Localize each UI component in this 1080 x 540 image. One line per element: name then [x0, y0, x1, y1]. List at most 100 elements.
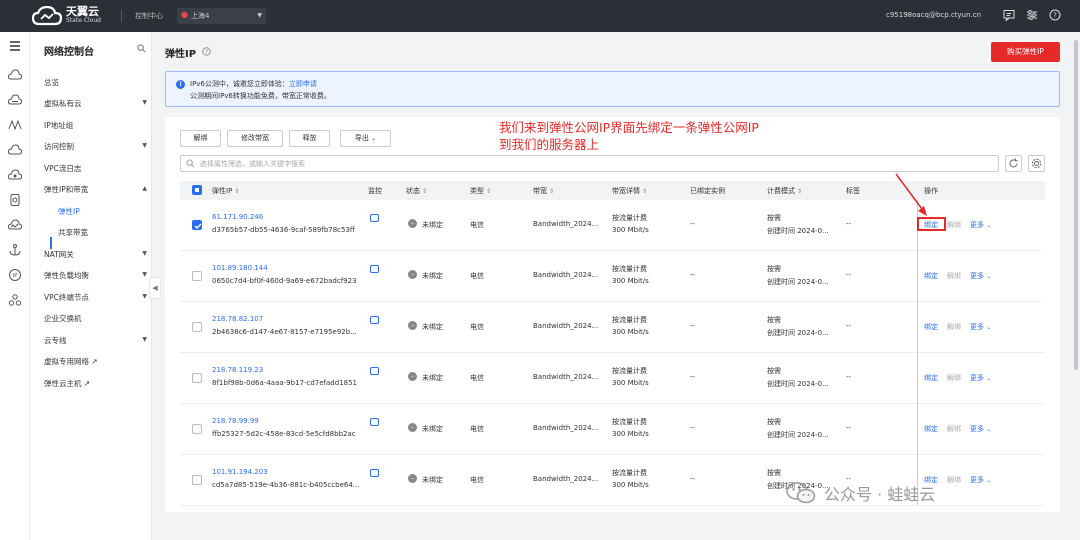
buy-eip-button[interactable]: 购买弹性IP	[991, 42, 1060, 62]
tag-text: --	[846, 220, 852, 228]
monitor-icon[interactable]	[370, 316, 379, 324]
eip-address-link[interactable]: 101.89.180.144	[212, 264, 268, 272]
monitor-icon[interactable]	[370, 265, 379, 273]
scrollbar-thumb[interactable]	[1074, 40, 1078, 370]
cluster-icon[interactable]	[8, 293, 22, 307]
table-row[interactable]: 101.89.180.144 0650c7d4-bf0f-460d-9a69-e6…	[180, 251, 1045, 302]
row-checkbox[interactable]	[192, 322, 202, 332]
col-bandwidth[interactable]: 带宽 ⇕	[533, 186, 554, 196]
more-actions-dropdown[interactable]: 更多 ⌄	[970, 424, 991, 434]
page-scrollbar[interactable]	[1072, 32, 1080, 540]
monitor-icon[interactable]	[370, 469, 379, 477]
unbind-action-link[interactable]: 解绑	[947, 424, 961, 434]
row-checkbox[interactable]	[192, 220, 202, 230]
bind-action-link[interactable]: 绑定	[924, 322, 938, 332]
sidebar-subitem-shared-bandwidth[interactable]: 共享带宽	[58, 227, 88, 238]
col-ip[interactable]: 弹性IP ⇕	[212, 186, 239, 196]
release-button[interactable]: 释放	[289, 130, 330, 147]
col-label: 弹性IP	[212, 187, 233, 195]
unbind-action-link[interactable]: 解绑	[947, 373, 961, 383]
account-name[interactable]: c95198oacq@bcp.ctyun.cn	[886, 11, 981, 19]
search-input[interactable]: 选择属性筛选，或输入关键字搜索	[180, 155, 999, 172]
col-status[interactable]: 状态 ⇕	[406, 186, 427, 196]
more-actions-dropdown[interactable]: 更多 ⌄	[970, 322, 991, 332]
sidebar-item-vpn[interactable]: 虚拟专用网络 ↗	[44, 356, 144, 367]
eip-address-link[interactable]: 218.78.99.99	[212, 417, 259, 425]
ctyun-logo[interactable]: 天翼云 State Cloud	[32, 6, 101, 26]
sidebar-item-access-control[interactable]: 访问控制 ▼	[44, 141, 147, 152]
sidebar-item-overview[interactable]: 总览	[44, 77, 144, 88]
monitor-icon[interactable]	[370, 418, 379, 426]
message-icon[interactable]	[1003, 9, 1015, 21]
monitor-icon[interactable]	[370, 214, 379, 222]
modify-bandwidth-button[interactable]: 修改带宽	[227, 130, 283, 147]
region-select[interactable]: ● 上海4 ▼	[177, 8, 266, 24]
unbind-action-link[interactable]: 解绑	[947, 220, 961, 230]
sidebar-item-vpc-endpoint[interactable]: VPC终端节点 ▼	[44, 292, 147, 303]
sidebar-item-enterprise-switch[interactable]: 企业交换机	[44, 313, 144, 324]
monitor-icon[interactable]	[370, 367, 379, 375]
database-icon[interactable]	[8, 193, 22, 207]
table-row[interactable]: 218.78.99.99 ffb25327-5d2c-458e-83cd-5e5c…	[180, 404, 1045, 455]
eip-address-link[interactable]: 218.78.119.23	[212, 366, 263, 374]
menu-icon[interactable]	[8, 39, 22, 53]
more-actions-dropdown[interactable]: 更多 ⌄	[970, 373, 991, 383]
cloud-outline-icon[interactable]	[8, 143, 22, 157]
console-link[interactable]: 控制中心	[135, 11, 163, 21]
storage-icon[interactable]	[8, 168, 22, 182]
sidebar-item-flow-log[interactable]: VPC流日志	[44, 163, 144, 174]
location-pin-icon: ●	[181, 10, 188, 19]
refresh-button[interactable]	[1005, 155, 1022, 172]
sidebar-item-eip-bandwidth[interactable]: 弹性IP和带宽 ▲	[44, 184, 147, 195]
bind-action-link[interactable]: 绑定	[924, 271, 938, 281]
eip-address-link[interactable]: 101.91.194.203	[212, 468, 268, 476]
more-actions-dropdown[interactable]: 更多 ⌄	[970, 475, 991, 485]
row-checkbox[interactable]	[192, 424, 202, 434]
sidebar-item-nat[interactable]: NAT网关 ▼	[44, 249, 147, 260]
sidebar-collapse-button[interactable]: ◀	[149, 277, 161, 299]
chevron-down-icon: ▼	[257, 12, 262, 19]
help-circle-icon[interactable]: ?	[202, 47, 211, 56]
table-row[interactable]: 61.171.90.246 d3765b57-db55-4636-9caf-589…	[180, 200, 1045, 251]
unbind-action-link[interactable]: 解绑	[947, 475, 961, 485]
cloud-server-icon[interactable]	[8, 93, 22, 107]
ip-icon[interactable]: IP	[8, 268, 22, 282]
billing-mode: 按需	[767, 214, 781, 222]
eip-address-link[interactable]: 61.171.90.246	[212, 213, 263, 221]
row-checkbox[interactable]	[192, 475, 202, 485]
settings-sliders-icon[interactable]	[1026, 9, 1038, 21]
eip-address-link[interactable]: 218.78.82.107	[212, 315, 263, 323]
sidebar-item-ip-group[interactable]: IP地址组	[44, 120, 144, 131]
unbind-action-link[interactable]: 解绑	[947, 271, 961, 281]
unbind-action-link[interactable]: 解绑	[947, 322, 961, 332]
row-checkbox[interactable]	[192, 271, 202, 281]
search-icon[interactable]	[137, 44, 146, 53]
col-bandwidth-detail[interactable]: 带宽详情 ⇕	[612, 186, 647, 196]
settings-button[interactable]	[1028, 155, 1045, 172]
select-all-checkbox[interactable]	[192, 185, 202, 195]
sidebar-subitem-eip[interactable]: 弹性IP	[58, 206, 80, 217]
sidebar-item-vpc[interactable]: 虚拟私有云 ▼	[44, 98, 147, 109]
cloud-monitor-icon[interactable]	[8, 218, 22, 232]
table-row[interactable]: 218.78.82.107 2b4638c6-d147-4e67-8157-e71…	[180, 302, 1045, 353]
sidebar-item-direct-connect[interactable]: 云专线 ▼	[44, 335, 147, 346]
status-text: 未绑定	[422, 323, 443, 331]
more-actions-dropdown[interactable]: 更多 ⌄	[970, 220, 991, 230]
bind-action-link[interactable]: 绑定	[924, 373, 938, 383]
export-dropdown[interactable]: 导出 ⌄	[340, 130, 391, 147]
bind-action-link[interactable]: 绑定	[924, 424, 938, 434]
table-row[interactable]: 218.78.119.23 8f1bf98b-0d6a-4aaa-9b17-cd7…	[180, 353, 1045, 404]
sidebar-item-ecs[interactable]: 弹性云主机 ↗	[44, 378, 144, 389]
sidebar-item-elb[interactable]: 弹性负载均衡 ▼	[44, 270, 147, 281]
unbind-button[interactable]: 解绑	[180, 130, 221, 147]
col-type[interactable]: 类型 ⇕	[470, 186, 491, 196]
cloud-icon[interactable]	[8, 68, 22, 82]
col-billing[interactable]: 计费模式 ⇕	[767, 186, 802, 196]
created-time: 创建时间 2024-0...	[767, 227, 829, 235]
row-checkbox[interactable]	[192, 373, 202, 383]
apply-now-link[interactable]: 立即申请	[289, 80, 317, 88]
network-icon[interactable]	[8, 118, 22, 132]
more-actions-dropdown[interactable]: 更多 ⌄	[970, 271, 991, 281]
help-icon[interactable]: ?	[1049, 9, 1061, 21]
anchor-icon[interactable]	[8, 243, 22, 257]
